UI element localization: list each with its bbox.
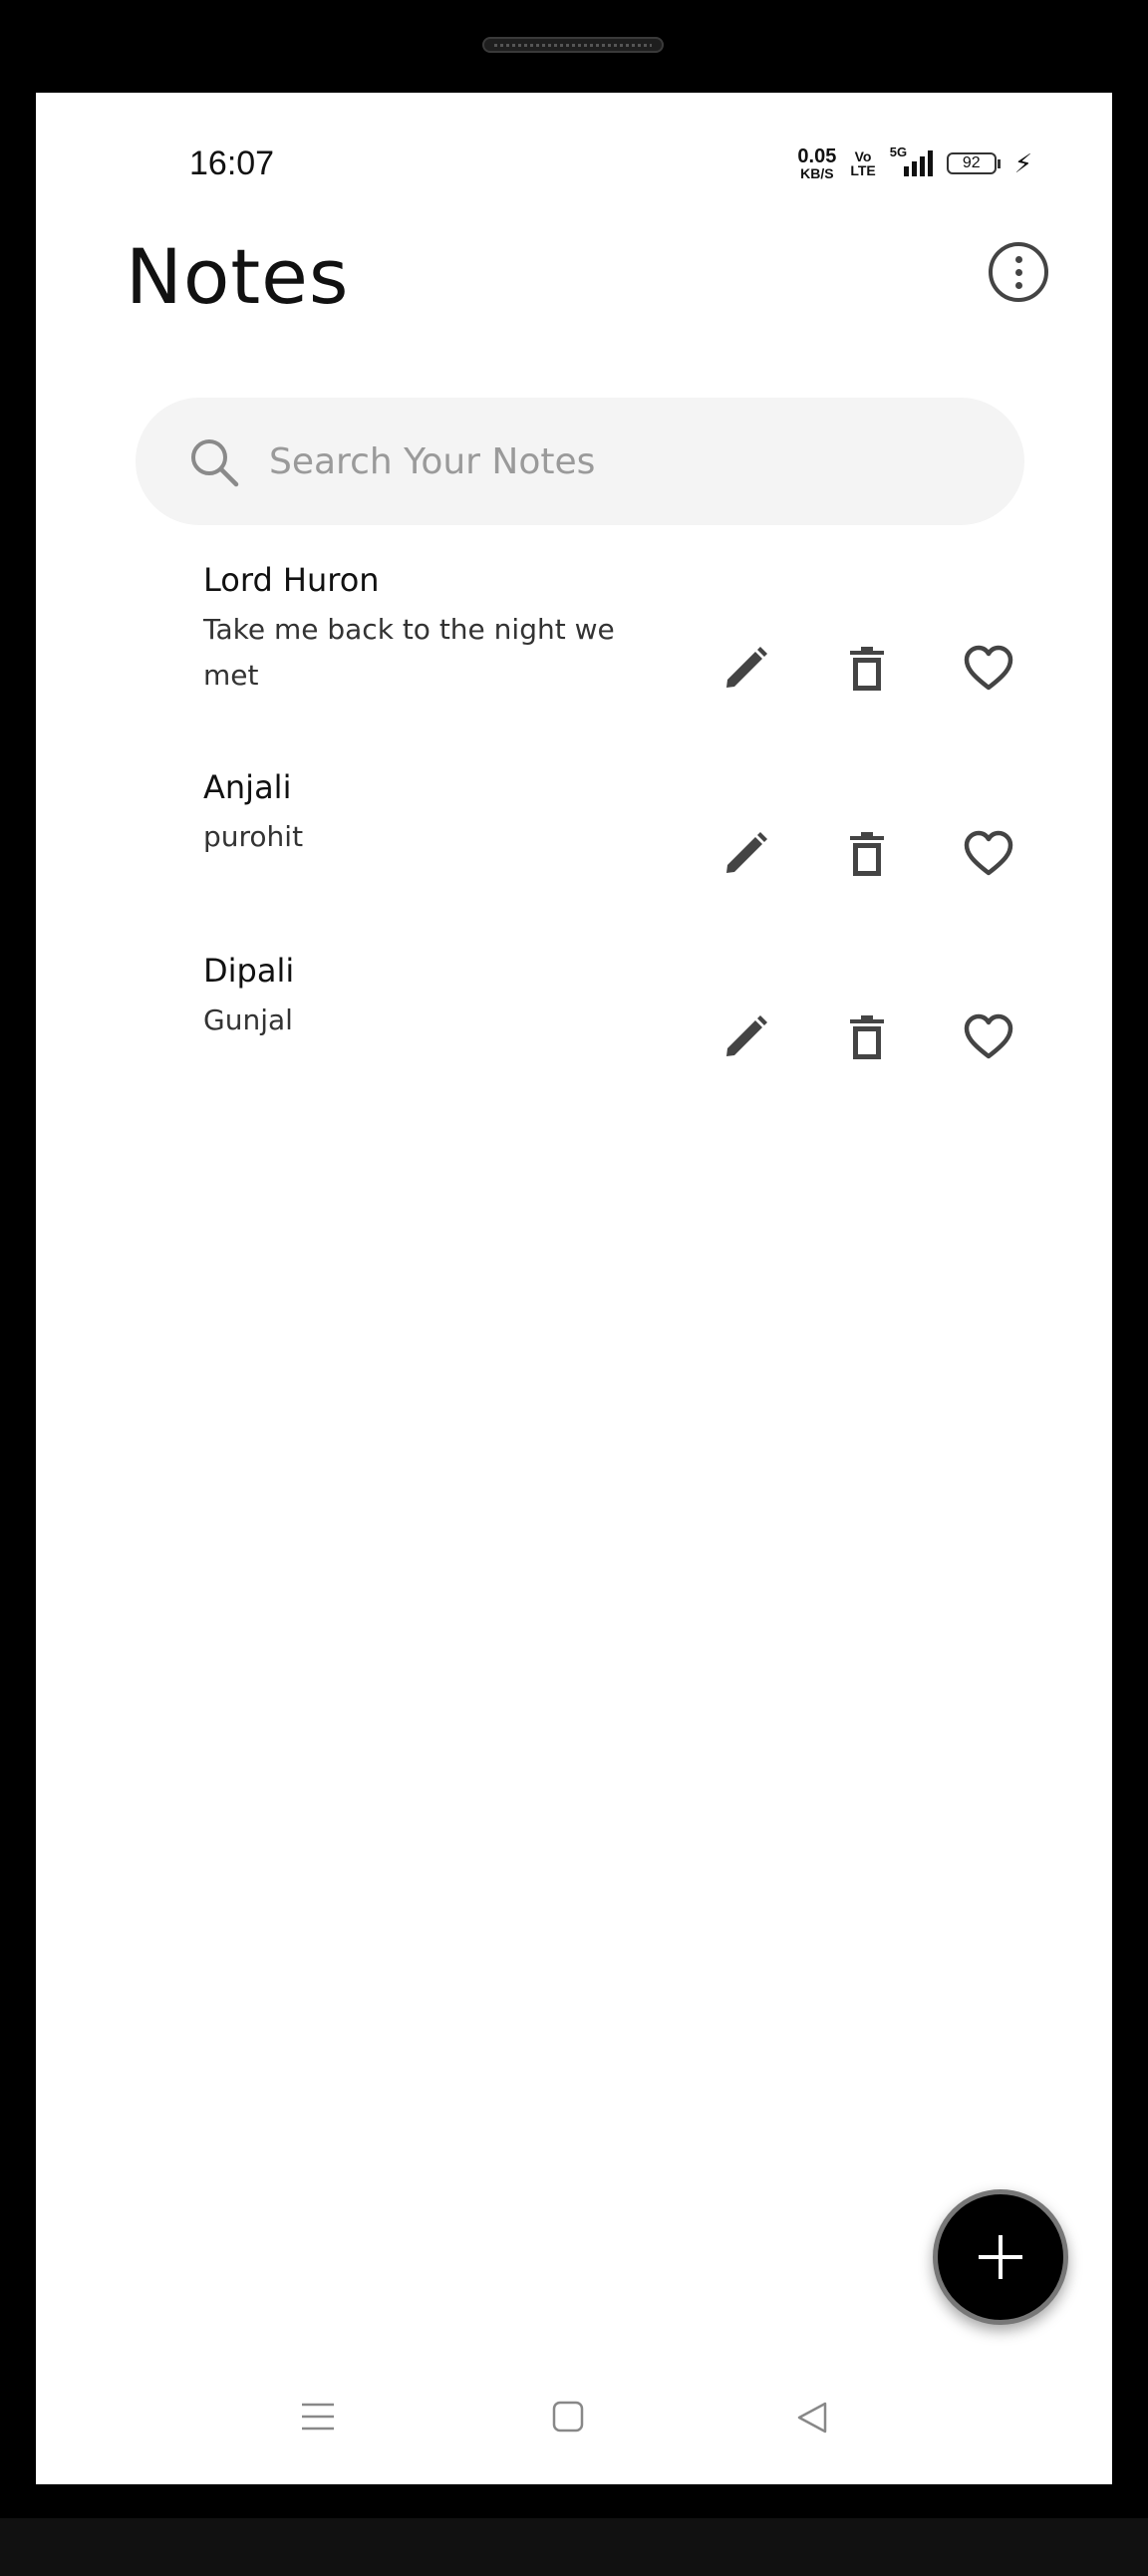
bolt-icon: ⚡︎ [1013,148,1032,178]
signal-strength-icon: 5G [890,144,933,176]
delete-button[interactable] [837,1007,897,1067]
network-speed: 0.05 KB/S [797,146,836,180]
menu-dot [1014,268,1022,276]
menu-dot [1014,255,1022,263]
more-vertical-icon[interactable] [989,242,1048,302]
note-body: Gunjal [203,1003,293,1036]
volte-bottom: LTE [850,162,876,178]
volte-top: Vo [854,148,872,164]
plus-icon [979,2235,1022,2279]
note-body: Take me back to the night we met [203,613,615,692]
network-type: 5G [889,144,908,159]
app-screen: 16:07 0.05 KB/S Vo LTE 5G 92 ⚡︎ Notes Se… [36,93,1112,2484]
status-icons: 0.05 KB/S Vo LTE 5G 92 ⚡︎ [797,144,1032,180]
pencil-icon [726,1015,767,1056]
heart-outline-icon [964,1013,1013,1059]
trash-icon [850,832,884,876]
trash-icon [850,1015,884,1059]
heart-outline-icon [964,830,1013,876]
menu-dot [1014,281,1022,289]
note-title: Lord Huron [203,561,380,599]
note-title: Dipali [203,952,295,990]
favorite-button[interactable] [959,639,1018,699]
note-item[interactable]: Dipali Gunjal [36,942,1112,1091]
pencil-icon [726,832,767,873]
search-input[interactable] [269,398,967,525]
battery-level: 92 [946,152,997,174]
favorite-button[interactable] [959,1007,1018,1067]
note-body: purohit [203,820,304,853]
phone-bezel: 16:07 0.05 KB/S Vo LTE 5G 92 ⚡︎ Notes Se… [0,0,1148,2576]
note-item[interactable]: Lord Huron Take me back to the night we … [36,551,1112,730]
edit-button[interactable] [716,639,775,699]
status-time: 16:07 [189,144,275,182]
add-note-button[interactable] [933,2189,1068,2325]
delete-button[interactable] [837,824,897,884]
volte-icon: Vo LTE [850,149,875,177]
heart-outline-icon [964,645,1013,691]
network-speed-unit: KB/S [800,165,834,181]
signal-bar [903,166,909,176]
note-title: Anjali [203,768,292,806]
trash-icon [850,647,884,691]
signal-bar [919,156,925,176]
delete-button[interactable] [837,639,897,699]
battery-icon: 92 [946,152,1001,174]
menu-icon[interactable] [301,2401,335,2433]
phone-bottom-bezel [0,2518,1148,2576]
search-icon [191,439,239,487]
network-speed-value: 0.05 [797,145,837,167]
pencil-icon [726,647,767,688]
back-icon[interactable] [795,2401,829,2434]
signal-bar [927,150,933,176]
home-icon[interactable] [552,2401,584,2433]
page-title: Notes [126,232,350,321]
signal-bar [911,161,917,176]
edit-button[interactable] [716,824,775,884]
phone-speaker [482,37,664,53]
note-item[interactable]: Anjali purohit [36,758,1112,908]
edit-button[interactable] [716,1007,775,1067]
search-bar[interactable] [136,398,1024,525]
favorite-button[interactable] [959,824,1018,884]
battery-nub [997,158,1001,168]
